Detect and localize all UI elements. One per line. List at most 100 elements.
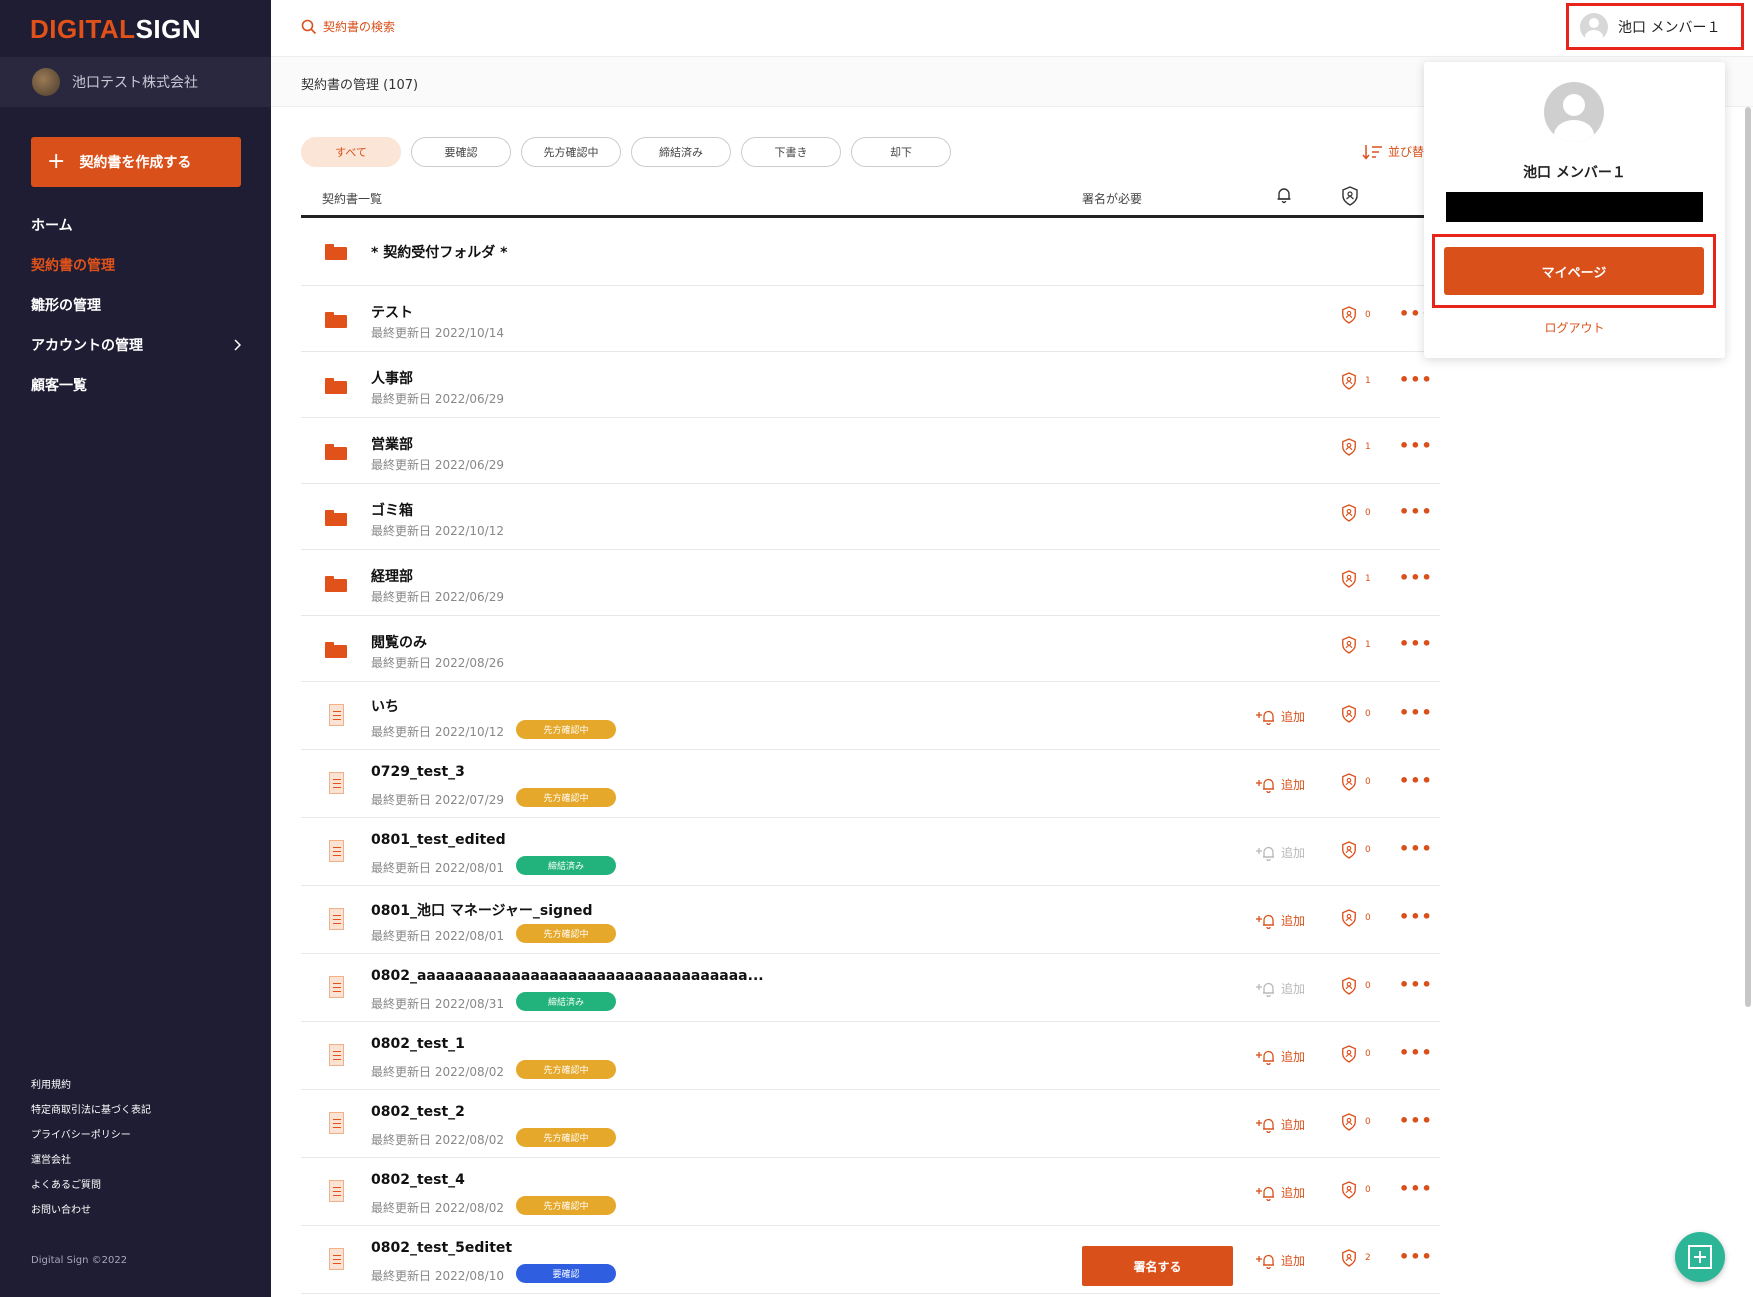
folder-row[interactable]: 閲覧のみ 最終更新日 2022/08/26 1 ••• <box>301 616 1440 682</box>
sidebar-item-accounts[interactable]: アカウントの管理 <box>31 325 241 365</box>
document-name: 0802_test_5editet <box>371 1240 513 1256</box>
sidebar-item-templates[interactable]: 雛形の管理 <box>31 285 241 325</box>
more-options-icon[interactable]: ••• <box>1399 436 1433 455</box>
add-reminder-button[interactable]: 追加 <box>1255 1184 1305 1201</box>
shield-icon <box>1342 841 1356 859</box>
more-options-icon[interactable]: ••• <box>1399 634 1433 653</box>
more-options-icon[interactable]: ••• <box>1399 839 1433 858</box>
document-row[interactable]: 0802_aaaaaaaaaaaaaaaaaaaaaaaaaaaaaaaaaaa… <box>301 954 1440 1022</box>
sidebar-item-customers[interactable]: 顧客一覧 <box>31 365 241 405</box>
approval-count[interactable]: 0 <box>1341 504 1371 522</box>
shield-icon <box>1342 977 1356 995</box>
scrollbar[interactable] <box>1744 107 1753 1007</box>
tab-needs-review[interactable]: 要確認 <box>411 137 511 167</box>
footer-link-commerce[interactable]: 特定商取引法に基づく表記 <box>31 1098 151 1123</box>
add-reminder-button[interactable]: 追加 <box>1255 1116 1305 1133</box>
footer-link-faq[interactable]: よくあるご質問 <box>31 1173 151 1198</box>
tab-pending-other[interactable]: 先方確認中 <box>521 137 621 167</box>
document-row[interactable]: 0801_test_edited 最終更新日 2022/08/01 締結済み 追加 0 •… <box>301 818 1440 886</box>
updated-date: 最終更新日 2022/10/12 <box>371 524 504 538</box>
logo[interactable]: DIGITALSIGN <box>30 14 201 45</box>
more-options-icon[interactable]: ••• <box>1399 502 1433 521</box>
more-options-icon[interactable]: ••• <box>1399 703 1433 722</box>
more-options-icon[interactable]: ••• <box>1399 907 1433 926</box>
user-name: 池口 メンバー１ <box>1618 19 1721 36</box>
document-row[interactable]: 0729_test_3 最終更新日 2022/07/29 先方確認中 追加 0 ••• <box>301 750 1440 818</box>
add-reminder-button[interactable]: 追加 <box>1255 708 1305 725</box>
document-row[interactable]: 0802_test_4 最終更新日 2022/08/02 先方確認中 追加 0 ••• <box>301 1158 1440 1226</box>
more-options-icon[interactable]: ••• <box>1399 771 1433 790</box>
folder-row[interactable]: 人事部 最終更新日 2022/06/29 1 ••• <box>301 352 1440 418</box>
mypage-button[interactable]: マイページ <box>1444 247 1704 295</box>
search-icon <box>301 19 317 34</box>
more-options-icon[interactable]: ••• <box>1399 975 1433 994</box>
user-menu-button[interactable]: 池口 メンバー１ <box>1566 3 1744 50</box>
approval-count[interactable]: 1 <box>1341 438 1371 456</box>
add-document-fab[interactable] <box>1675 1232 1725 1282</box>
approval-count[interactable]: 0 <box>1341 1181 1371 1199</box>
sign-button[interactable]: 署名する <box>1082 1246 1233 1286</box>
folder-row[interactable]: テスト 最終更新日 2022/10/14 0 ••• <box>301 286 1440 352</box>
add-reminder-button[interactable]: 追加 <box>1255 980 1305 997</box>
user-avatar-icon <box>1580 12 1608 41</box>
approval-count[interactable]: 0 <box>1341 1045 1371 1063</box>
document-row[interactable]: 0802_test_2 最終更新日 2022/08/02 先方確認中 追加 0 ••• <box>301 1090 1440 1158</box>
approval-count[interactable]: 0 <box>1341 1113 1371 1131</box>
tab-all[interactable]: すべて <box>301 137 401 167</box>
approval-count[interactable]: 1 <box>1341 636 1371 654</box>
status-badge: 先方確認中 <box>516 1128 616 1147</box>
logout-link[interactable]: ログアウト <box>1424 319 1725 336</box>
approval-count[interactable]: 0 <box>1341 306 1371 324</box>
footer-link-contact[interactable]: お問い合わせ <box>31 1198 151 1223</box>
tab-concluded[interactable]: 締結済み <box>631 137 731 167</box>
folder-row[interactable]: * 契約受付フォルダ * <box>301 218 1440 286</box>
copyright: Digital Sign ©2022 <box>31 1255 128 1266</box>
approval-count[interactable]: 1 <box>1341 372 1371 390</box>
document-row[interactable]: 0802_test_5editet 最終更新日 2022/08/10 要確認 署名する… <box>301 1226 1440 1294</box>
approval-count[interactable]: 0 <box>1341 841 1371 859</box>
tab-draft[interactable]: 下書き <box>741 137 841 167</box>
search-link[interactable]: 契約書の検索 <box>301 18 395 35</box>
more-options-icon[interactable]: ••• <box>1399 1043 1433 1062</box>
approval-count[interactable]: 0 <box>1341 977 1371 995</box>
approval-count[interactable]: 0 <box>1341 909 1371 927</box>
more-options-icon[interactable]: ••• <box>1399 1247 1433 1266</box>
status-badge: 要確認 <box>516 1264 616 1283</box>
approval-count[interactable]: 1 <box>1341 570 1371 588</box>
bell-plus-icon <box>1256 710 1274 725</box>
create-contract-button[interactable]: + 契約書を作成する <box>31 137 241 187</box>
sidebar-item-contracts[interactable]: 契約書の管理 <box>31 245 241 285</box>
folder-row[interactable]: 経理部 最終更新日 2022/06/29 1 ••• <box>301 550 1440 616</box>
footer-link-company[interactable]: 運営会社 <box>31 1148 151 1173</box>
updated-date: 最終更新日 2022/08/02 <box>371 1201 504 1215</box>
folder-row[interactable]: 営業部 最終更新日 2022/06/29 1 ••• <box>301 418 1440 484</box>
add-reminder-button[interactable]: 追加 <box>1255 1252 1305 1269</box>
more-options-icon[interactable]: ••• <box>1399 568 1433 587</box>
folder-row[interactable]: ゴミ箱 最終更新日 2022/10/12 0 ••• <box>301 484 1440 550</box>
folder-name: 経理部 <box>371 569 413 585</box>
more-options-icon[interactable]: ••• <box>1399 370 1433 389</box>
tab-rejected[interactable]: 却下 <box>851 137 951 167</box>
approval-count[interactable]: 0 <box>1341 705 1371 723</box>
scrollbar-thumb[interactable] <box>1745 107 1751 1007</box>
add-reminder-button[interactable]: 追加 <box>1255 844 1305 861</box>
folder-icon <box>325 576 347 592</box>
document-row[interactable]: いち 最終更新日 2022/10/12 先方確認中 追加 0 ••• <box>301 682 1440 750</box>
sort-button[interactable]: 並び替 <box>1362 143 1424 160</box>
approval-count-value: 1 <box>1365 376 1371 386</box>
approval-count[interactable]: 0 <box>1341 773 1371 791</box>
approval-count[interactable]: 2 <box>1341 1249 1371 1267</box>
add-reminder-button[interactable]: 追加 <box>1255 776 1305 793</box>
document-icon <box>329 1248 344 1270</box>
status-badge: 先方確認中 <box>516 720 616 739</box>
footer-link-privacy[interactable]: プライバシーポリシー <box>31 1123 151 1148</box>
add-reminder-button[interactable]: 追加 <box>1255 1048 1305 1065</box>
document-row[interactable]: 0801_池口 マネージャー_signed 最終更新日 2022/08/01 先方確… <box>301 886 1440 954</box>
document-row[interactable]: 0802_test_1 最終更新日 2022/08/02 先方確認中 追加 0 ••• <box>301 1022 1440 1090</box>
company-switcher[interactable]: 池口テスト株式会社 <box>0 57 271 107</box>
more-options-icon[interactable]: ••• <box>1399 1111 1433 1130</box>
sidebar-item-home[interactable]: ホーム <box>31 205 241 245</box>
add-reminder-button[interactable]: 追加 <box>1255 912 1305 929</box>
more-options-icon[interactable]: ••• <box>1399 1179 1433 1198</box>
footer-link-terms[interactable]: 利用規約 <box>31 1073 151 1098</box>
